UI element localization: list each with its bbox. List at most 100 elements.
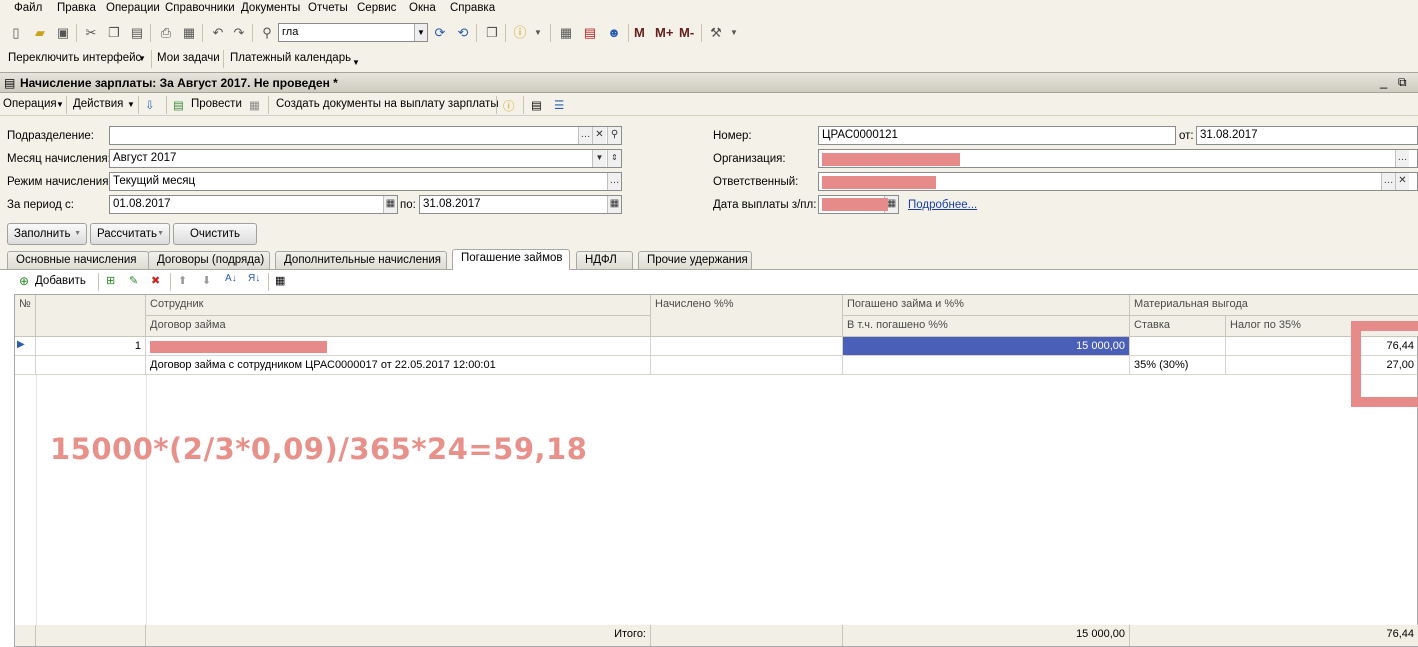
header-loan-contract[interactable]: Договор займа	[146, 316, 651, 337]
chevron-down-icon[interactable]: ▼	[138, 54, 146, 63]
copy-icon[interactable]: ❐	[106, 25, 122, 41]
header-accrued[interactable]: Начислено %%	[651, 295, 843, 337]
move-up-icon[interactable]: ⬆	[178, 274, 187, 287]
create-payment-docs-button[interactable]: Создать документы на выплату зарплаты	[276, 98, 499, 110]
memory-add-button[interactable]: M+	[655, 25, 673, 41]
menu-documents[interactable]: Документы	[241, 2, 300, 14]
header-employee[interactable]: Сотрудник	[146, 295, 651, 316]
add-button[interactable]: Добавить	[35, 275, 86, 287]
calendar-icon[interactable]: ▦	[383, 196, 397, 213]
sort-asc-icon[interactable]: A↓	[225, 273, 237, 284]
structure-icon[interactable]: ▤	[531, 98, 542, 112]
find-next-icon[interactable]: ⟳	[432, 25, 448, 41]
delete-icon[interactable]: ✖	[151, 274, 160, 287]
my-tasks-button[interactable]: Мои задачи	[157, 52, 220, 64]
chevron-down-icon[interactable]: ▼	[530, 25, 546, 41]
header-repaid[interactable]: Погашено займа и %%	[843, 295, 1130, 316]
menu-references[interactable]: Справочники	[165, 2, 235, 14]
menu-windows[interactable]: Окна	[409, 2, 436, 14]
tab-loan-repayment[interactable]: Погашение займов	[452, 249, 570, 270]
tab-other-deductions[interactable]: Прочие удержания	[638, 251, 752, 269]
calculate-button[interactable]: Рассчитать ▼	[90, 223, 170, 245]
header-incl-repaid[interactable]: В т.ч. погашено %%	[843, 316, 1130, 337]
header-material-benefit[interactable]: Материальная выгода	[1130, 295, 1418, 316]
month-field[interactable]: Август 2017 ▼ ⇕	[109, 149, 622, 168]
chevron-down-icon[interactable]: ▼	[352, 58, 360, 67]
actions-menu[interactable]: Действия	[73, 98, 123, 110]
open-folder-icon[interactable]: ▰	[32, 25, 48, 41]
spinner-icon[interactable]: ⇕	[607, 150, 621, 167]
number-field[interactable]: ЦРАС0000121	[818, 126, 1176, 145]
operation-menu[interactable]: Операция	[3, 98, 57, 110]
period-to-field[interactable]: 31.08.2017 ▦	[419, 195, 622, 214]
undo-icon[interactable]: ↶	[210, 25, 226, 41]
help-icon[interactable]: ⓘ	[503, 98, 515, 114]
preview-icon[interactable]: ▦	[181, 25, 197, 41]
search-input[interactable]: гла ▼	[278, 23, 428, 42]
maximize-icon[interactable]: ⧉	[1398, 75, 1407, 90]
journal-icon[interactable]: ▦	[249, 98, 260, 112]
header-rate[interactable]: Ставка	[1130, 316, 1226, 337]
select-button[interactable]: …	[1395, 150, 1409, 167]
clear-button[interactable]: Очистить	[173, 223, 257, 245]
print-icon[interactable]: ⎙	[158, 25, 174, 41]
new-document-icon[interactable]: ▯	[8, 25, 24, 41]
clear-icon[interactable]: ✕	[1395, 173, 1409, 190]
repaid-cell[interactable]: 15 000,00	[843, 337, 1130, 356]
tab-contracts[interactable]: Договоры (подряда)	[148, 251, 270, 269]
period-from-field[interactable]: 01.08.2017 ▦	[109, 195, 398, 214]
table-settings-icon[interactable]: ▦	[275, 274, 285, 287]
tab-additional-accruals[interactable]: Дополнительные начисления	[275, 251, 447, 269]
menu-reports[interactable]: Отчеты	[308, 2, 348, 14]
incl-repaid-cell[interactable]	[843, 356, 1130, 375]
find-prev-icon[interactable]: ⟲	[455, 25, 471, 41]
menu-operations[interactable]: Операции	[106, 2, 160, 14]
write-icon[interactable]: ⇩	[145, 98, 155, 112]
minimize-icon[interactable]: _	[1380, 74, 1387, 89]
menu-edit[interactable]: Правка	[57, 2, 96, 14]
rate-cell[interactable]: 35% (30%)	[1130, 356, 1226, 375]
accrued-cell[interactable]	[651, 337, 843, 356]
more-link[interactable]: Подробнее...	[908, 199, 977, 211]
menu-help[interactable]: Справка	[450, 2, 495, 14]
tab-main-accruals[interactable]: Основные начисления	[7, 251, 149, 269]
clear-icon[interactable]: ✕	[592, 127, 606, 144]
info-icon[interactable]: ⓘ	[512, 25, 528, 41]
division-field[interactable]: … ✕ ⚲	[109, 126, 622, 145]
paste-icon[interactable]: ▤	[129, 25, 145, 41]
search-icon[interactable]: ⚲	[607, 127, 621, 144]
chevron-down-icon[interactable]: ▼	[726, 25, 742, 41]
save-icon[interactable]: ▣	[55, 25, 71, 41]
row-number[interactable]: 1	[36, 337, 146, 356]
mode-field[interactable]: Текущий месяц …	[109, 172, 622, 191]
menu-file[interactable]: Файл	[14, 2, 42, 14]
loan-contract-cell[interactable]: Договор займа с сотрудником ЦРАС0000017 …	[146, 356, 651, 375]
copy-row-icon[interactable]: ⊞	[106, 274, 115, 287]
header-number[interactable]: №	[15, 295, 36, 337]
menu-service[interactable]: Сервис	[357, 2, 396, 14]
sort-desc-icon[interactable]: Я↓	[248, 273, 260, 284]
windows-icon[interactable]: ❐	[484, 25, 500, 41]
tab-ndfl[interactable]: НДФЛ	[576, 251, 633, 269]
tools-icon[interactable]: ⚒	[708, 25, 724, 41]
move-down-icon[interactable]: ⬇	[202, 274, 211, 287]
date-field[interactable]: 31.08.2017	[1196, 126, 1418, 145]
redo-icon[interactable]: ↷	[231, 25, 247, 41]
chevron-down-icon[interactable]: ▼	[592, 150, 606, 167]
select-button[interactable]: …	[607, 173, 621, 190]
calendar-icon[interactable]: ▦	[607, 196, 621, 213]
benefit-rate-cell[interactable]	[1130, 337, 1226, 356]
fill-button[interactable]: Заполнить ▼	[7, 223, 87, 245]
payment-calendar-button[interactable]: Платежный календарь	[230, 52, 351, 64]
cut-icon[interactable]: ✂	[83, 25, 99, 41]
post-button[interactable]: Провести	[191, 98, 242, 110]
list-settings-icon[interactable]: ☰	[554, 98, 564, 112]
chevron-down-icon[interactable]: ▼	[414, 24, 427, 41]
calendar-icon[interactable]: ▤	[582, 25, 598, 41]
select-button[interactable]: …	[578, 127, 592, 144]
search-icon[interactable]: ⚲	[259, 25, 275, 41]
edit-icon[interactable]: ✎	[129, 274, 138, 287]
select-button[interactable]: …	[1381, 173, 1395, 190]
memory-subtract-button[interactable]: M-	[679, 25, 694, 41]
switch-interface-button[interactable]: Переключить интерфейс	[8, 52, 141, 64]
